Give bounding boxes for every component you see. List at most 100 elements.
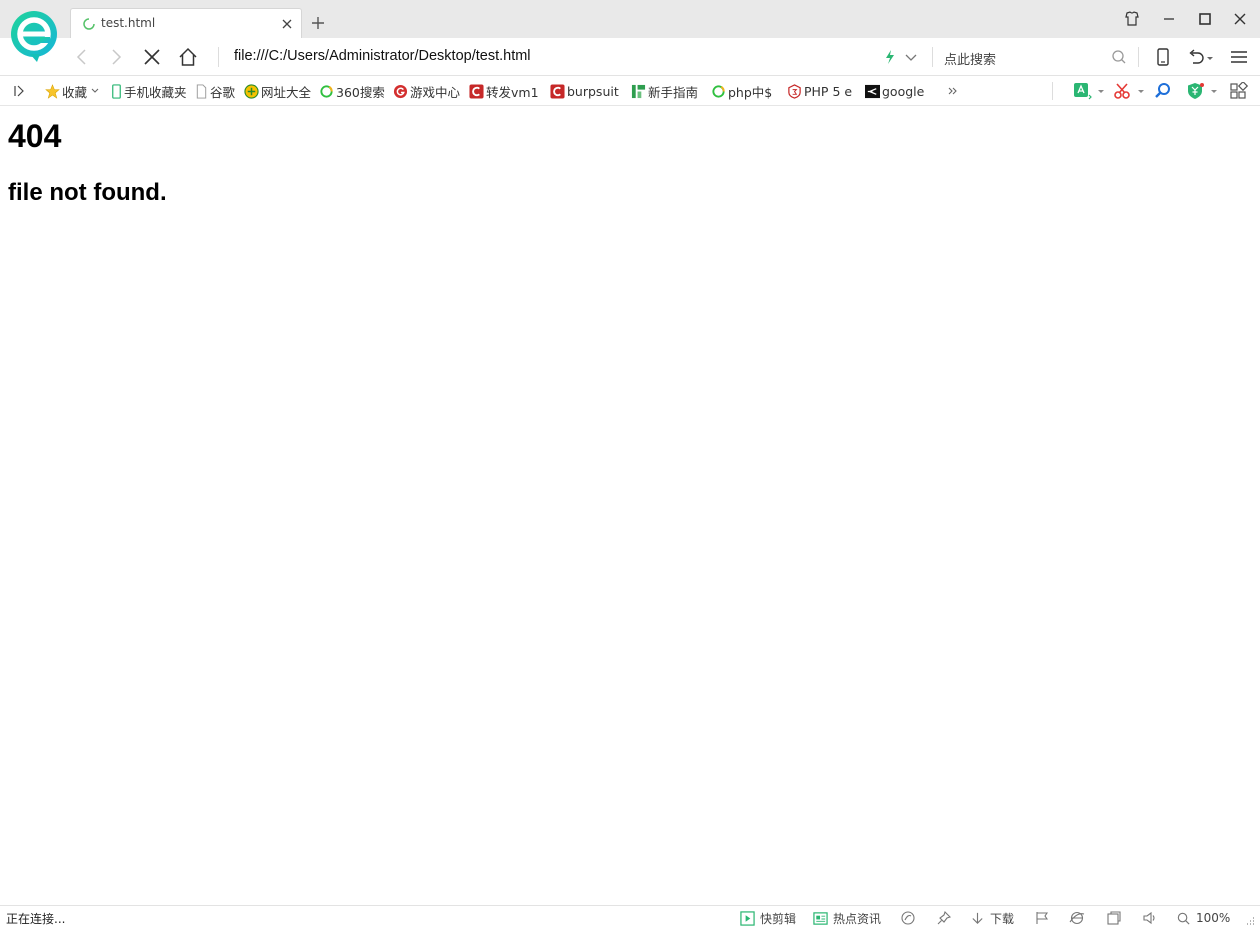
- status-bar: 正在连接... 快剪辑 热点资讯 下载 100%: [0, 905, 1260, 929]
- star-icon: [45, 83, 60, 99]
- bookmark-game-center[interactable]: 游戏中心: [393, 82, 460, 100]
- tab-active[interactable]: test.html: [70, 8, 302, 39]
- quick-edit-button[interactable]: 快剪辑: [740, 909, 796, 927]
- status-label: 下载: [990, 911, 1015, 926]
- browser-logo-icon[interactable]: [10, 10, 58, 62]
- payment-shield-icon[interactable]: [1186, 82, 1206, 100]
- loading-spinner-icon: [83, 18, 95, 30]
- chevron-down-icon[interactable]: [1096, 82, 1106, 100]
- bookmark-mobile-favorites[interactable]: 手机收藏夹: [111, 82, 187, 100]
- bookmark-label: burpsuit: [567, 83, 619, 99]
- bookmark-label: 网址大全: [261, 84, 312, 100]
- page-icon: [196, 83, 207, 99]
- bookmark-360-search[interactable]: 360搜索: [319, 82, 385, 100]
- download-icon: [972, 912, 983, 924]
- c-logo-icon: [550, 83, 565, 99]
- undo-icon[interactable]: [1186, 47, 1206, 67]
- screenshot-icon[interactable]: [1113, 82, 1133, 100]
- new-tab-icon[interactable]: [311, 16, 325, 30]
- close-window-icon[interactable]: [1231, 10, 1249, 28]
- game-icon: [393, 84, 408, 98]
- bookmark-label: 谷歌: [210, 84, 236, 100]
- chevron-down-icon: [91, 88, 99, 93]
- guide-icon: [631, 84, 646, 98]
- status-text: 正在连接...: [6, 912, 66, 926]
- bookmark-label: PHP 5 e: [804, 83, 853, 99]
- bookmark-label: google: [882, 83, 925, 99]
- separator: [1138, 47, 1139, 67]
- shield-icon: [788, 83, 801, 99]
- bookmark-label: 新手指南: [648, 84, 699, 100]
- bookmark-google-cn[interactable]: 谷歌: [195, 82, 235, 100]
- tab-title: test.html: [101, 16, 156, 30]
- search-tool-icon[interactable]: [1153, 82, 1173, 100]
- ie-mode-icon[interactable]: [1069, 909, 1085, 927]
- error-message: file not found.: [8, 179, 167, 206]
- chevron-down-icon[interactable]: [1205, 47, 1215, 67]
- 360-search-icon: [712, 84, 725, 98]
- volume-icon[interactable]: [1142, 909, 1158, 927]
- chevron-down-icon[interactable]: [901, 47, 921, 67]
- bookmark-burpsuit[interactable]: burpsuit: [550, 82, 619, 100]
- bookmark-label: 收藏: [62, 84, 88, 100]
- error-heading: 404: [8, 118, 62, 154]
- zoom-icon: [1177, 912, 1190, 925]
- close-tab-icon[interactable]: [281, 18, 293, 30]
- phone-icon: [112, 83, 121, 99]
- translate-icon[interactable]: [1073, 82, 1093, 100]
- c-logo-icon: [469, 83, 484, 99]
- page-content: 404 file not found.: [0, 106, 1260, 905]
- search-input[interactable]: 点此搜索: [944, 49, 996, 68]
- status-label: 热点资讯: [833, 911, 882, 926]
- more-bookmarks-icon[interactable]: [946, 82, 960, 100]
- minimize-icon[interactable]: [1160, 10, 1178, 28]
- extensions-grid-icon[interactable]: [1229, 82, 1249, 100]
- window-icon[interactable]: [1106, 909, 1122, 927]
- bookmark-label: 转发vm1: [486, 84, 539, 100]
- sidebar-toggle-icon[interactable]: [10, 82, 28, 100]
- bookmark-php[interactable]: php中$: [711, 82, 772, 100]
- bookmark-php5[interactable]: PHP 5 e: [787, 82, 852, 100]
- home-icon[interactable]: [178, 47, 198, 67]
- bookmark-label: 手机收藏夹: [124, 84, 187, 100]
- maximize-icon[interactable]: [1196, 10, 1214, 28]
- bookmark-favorites[interactable]: 收藏: [45, 82, 100, 100]
- address-input[interactable]: file:///C:/Users/Administrator/Desktop/t…: [234, 48, 531, 64]
- bookmark-label: 360搜索: [336, 84, 385, 100]
- bookmark-label: php中$: [728, 84, 773, 100]
- speed-mode-icon[interactable]: [880, 47, 900, 67]
- zoom-level: 100%: [1196, 911, 1231, 925]
- separator: [218, 47, 219, 67]
- google-icon: [865, 84, 880, 98]
- bookmark-label: 游戏中心: [410, 84, 461, 100]
- navigation-icon: [244, 83, 259, 99]
- back-icon[interactable]: [72, 47, 92, 67]
- stop-loading-icon[interactable]: [142, 47, 162, 67]
- skin-icon[interactable]: [1123, 10, 1141, 28]
- separator: [932, 47, 933, 67]
- status-label: 快剪辑: [760, 911, 797, 926]
- download-button[interactable]: 下载: [970, 909, 1014, 927]
- 360-search-icon: [320, 84, 333, 98]
- title-bar: test.html: [0, 0, 1260, 39]
- chevron-down-icon[interactable]: [1209, 82, 1219, 100]
- separator: [1052, 82, 1053, 100]
- bookmark-forward-vm1[interactable]: 转发vm1: [469, 82, 539, 100]
- search-icon[interactable]: [1109, 47, 1129, 67]
- resize-grip-icon[interactable]: [1244, 909, 1256, 927]
- bookmarks-bar: 收藏 手机收藏夹 谷歌 网址大全 360搜索 游戏中心 转发vm1 burpsu…: [0, 76, 1260, 106]
- bookmark-google[interactable]: google: [865, 82, 924, 100]
- menu-icon[interactable]: [1229, 47, 1249, 67]
- chevron-down-icon[interactable]: [1136, 82, 1146, 100]
- navigation-bar: file:///C:/Users/Administrator/Desktop/t…: [0, 38, 1260, 76]
- forward-icon[interactable]: [106, 47, 126, 67]
- zoom-control[interactable]: 100%: [1176, 909, 1230, 927]
- bookmark-nav-sites[interactable]: 网址大全: [244, 82, 311, 100]
- pin-icon[interactable]: [936, 909, 952, 927]
- bookmark-beginner-guide[interactable]: 新手指南: [631, 82, 698, 100]
- speedup-icon[interactable]: [900, 909, 916, 927]
- flag-icon[interactable]: [1034, 909, 1050, 927]
- mobile-icon[interactable]: [1153, 47, 1173, 67]
- video-icon: [740, 910, 755, 926]
- hot-news-button[interactable]: 热点资讯: [813, 909, 881, 927]
